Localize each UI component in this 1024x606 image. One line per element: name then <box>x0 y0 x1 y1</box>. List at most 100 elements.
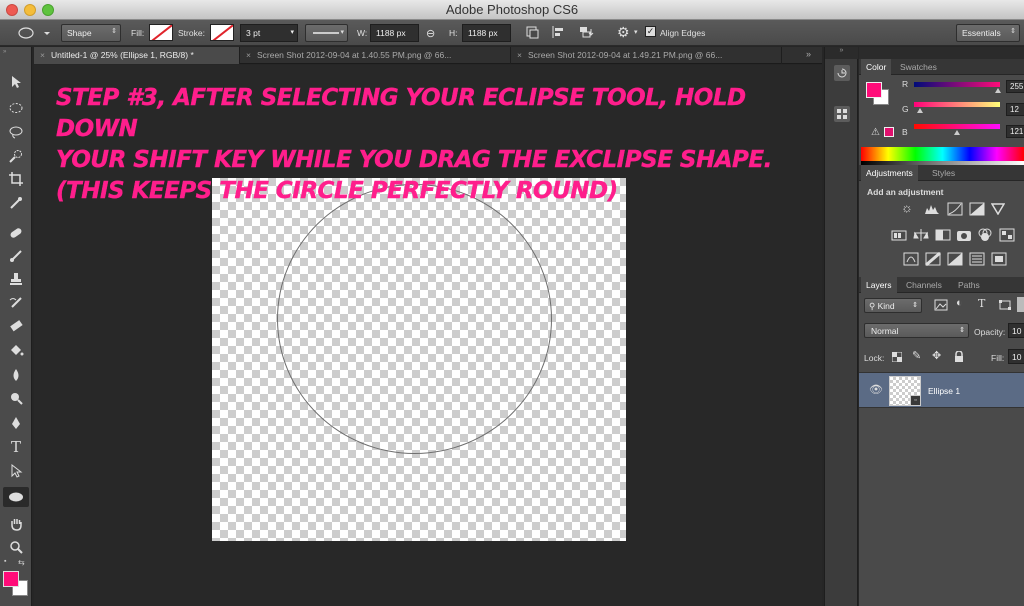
history-brush-tool-icon[interactable] <box>3 293 29 313</box>
path-selection-tool-icon[interactable] <box>3 461 29 481</box>
slider-handle-icon[interactable] <box>917 108 923 113</box>
marquee-tool-icon[interactable] <box>3 98 29 118</box>
width-field[interactable]: 1188 px <box>370 24 419 42</box>
red-channel-value[interactable]: 255 <box>1006 80 1024 93</box>
path-arrangement-icon[interactable] <box>578 25 594 43</box>
document-workspace[interactable]: Step #3, after selecting your eclipse to… <box>34 65 822 606</box>
tab-channels[interactable]: Channels <box>901 277 947 293</box>
filter-shape-layers-icon[interactable] <box>998 299 1012 311</box>
black-white-icon[interactable] <box>935 228 951 242</box>
stroke-width-field[interactable]: 3 pt ▾ <box>240 24 298 42</box>
green-channel-value[interactable]: 12 <box>1006 103 1024 116</box>
gear-icon[interactable]: ⚙ <box>617 24 630 42</box>
selective-color-icon[interactable] <box>991 252 1007 266</box>
hand-tool-icon[interactable] <box>3 514 29 534</box>
tab-screen-shot-2[interactable]: × Screen Shot 2012-09-04 at 1.49.21 PM.pn… <box>511 47 782 64</box>
vibrance-icon[interactable] <box>991 203 1005 215</box>
filter-type-layers-icon[interactable]: T <box>978 297 985 310</box>
lock-position-icon[interactable]: ✥ <box>932 349 941 362</box>
color-lookup-icon[interactable] <box>999 228 1015 242</box>
blur-tool-icon[interactable] <box>3 365 29 385</box>
slider-handle-icon[interactable] <box>954 130 960 135</box>
lasso-tool-icon[interactable] <box>3 122 29 142</box>
ellipse-tool-icon[interactable] <box>3 487 29 507</box>
default-colors-icon[interactable]: ▪ <box>4 558 6 565</box>
align-edges-checkbox[interactable]: ✓ <box>645 26 656 37</box>
gradient-map-icon[interactable] <box>969 252 985 266</box>
height-field[interactable]: 1188 px <box>462 24 511 42</box>
swap-colors-icon[interactable]: ⇆ <box>18 558 25 567</box>
dodge-tool-icon[interactable] <box>3 388 29 408</box>
levels-icon[interactable] <box>924 203 940 215</box>
type-tool-icon[interactable]: T <box>3 437 29 457</box>
gamut-color-chip[interactable] <box>884 127 894 137</box>
blend-mode-dropdown[interactable]: Normal ⇕ <box>864 323 969 338</box>
threshold-icon[interactable] <box>947 252 963 266</box>
tab-styles[interactable]: Styles <box>927 165 960 181</box>
chevron-down-icon[interactable]: ▾ <box>634 28 638 46</box>
lock-image-pixels-icon[interactable]: ✎ <box>912 349 921 362</box>
tool-mode-dropdown[interactable]: Shape ⇕ <box>61 24 121 42</box>
tab-color[interactable]: Color <box>861 59 892 75</box>
stroke-swatch[interactable] <box>210 24 234 41</box>
channel-mixer-icon[interactable] <box>977 227 993 243</box>
tab-paths[interactable]: Paths <box>953 277 985 293</box>
clone-stamp-tool-icon[interactable] <box>3 269 29 289</box>
lock-all-icon[interactable] <box>954 351 964 363</box>
filter-adjustment-layers-icon[interactable]: ◐ <box>956 297 963 309</box>
close-icon[interactable]: × <box>40 50 45 60</box>
lock-transparent-pixels-icon[interactable] <box>892 352 902 362</box>
invert-icon[interactable] <box>903 252 919 266</box>
filter-pixel-layers-icon[interactable] <box>934 299 948 311</box>
curves-icon[interactable] <box>947 202 963 216</box>
foreground-color-swatch[interactable] <box>3 571 19 587</box>
move-tool-icon[interactable] <box>3 72 29 92</box>
layer-name[interactable]: Ellipse 1 <box>928 386 960 396</box>
posterize-icon[interactable] <box>925 252 941 266</box>
eyedropper-tool-icon[interactable] <box>3 193 29 213</box>
fill-swatch[interactable] <box>149 24 173 41</box>
tool-preset-picker[interactable] <box>6 24 51 42</box>
opacity-field[interactable]: 10 <box>1008 323 1024 338</box>
path-alignment-icon[interactable] <box>551 25 565 43</box>
layer-filter-dropdown[interactable]: ⚲ Kind ⇕ <box>864 298 922 313</box>
tab-untitled-1[interactable]: × Untitled-1 @ 25% (Ellipse 1, RGB/8) * <box>34 47 240 64</box>
close-icon[interactable]: × <box>517 50 522 60</box>
close-icon[interactable]: × <box>246 50 251 60</box>
green-channel-slider[interactable] <box>914 102 1000 107</box>
tab-overflow-icon[interactable]: » <box>806 49 811 59</box>
healing-brush-tool-icon[interactable] <box>3 223 29 243</box>
blue-channel-value[interactable]: 121 <box>1006 125 1024 138</box>
ellipse-shape[interactable] <box>277 184 552 454</box>
tab-layers[interactable]: Layers <box>861 277 897 293</box>
collapse-dock-icon[interactable]: » <box>825 47 858 59</box>
stroke-type-dropdown[interactable]: ▾ <box>305 24 348 42</box>
eraser-tool-icon[interactable] <box>3 316 29 336</box>
color-ramp[interactable] <box>861 147 1024 161</box>
pen-tool-icon[interactable] <box>3 413 29 433</box>
photo-filter-icon[interactable] <box>956 227 972 243</box>
brightness-contrast-icon[interactable]: ☼ <box>901 200 913 215</box>
foreground-color-chip[interactable] <box>866 82 882 98</box>
tab-swatches[interactable]: Swatches <box>895 59 942 75</box>
zoom-tool-icon[interactable] <box>3 537 29 557</box>
color-balance-icon[interactable] <box>913 228 929 242</box>
red-channel-slider[interactable] <box>914 82 1000 87</box>
tab-screen-shot-1[interactable]: × Screen Shot 2012-09-04 at 1.40.55 PM.pn… <box>240 47 511 64</box>
layer-fill-field[interactable]: 10 <box>1008 349 1024 364</box>
blue-channel-slider[interactable] <box>914 124 1000 129</box>
paint-bucket-tool-icon[interactable] <box>3 341 29 361</box>
hue-saturation-icon[interactable] <box>891 228 907 242</box>
path-operations-icon[interactable] <box>525 25 539 43</box>
link-icon[interactable]: ⊖ <box>426 27 435 45</box>
document-canvas[interactable] <box>212 178 626 541</box>
crop-tool-icon[interactable] <box>3 169 29 189</box>
properties-panel-icon[interactable] <box>833 105 851 123</box>
brush-tool-icon[interactable] <box>3 246 29 266</box>
layer-row[interactable]: 👁 ▫ Ellipse 1 <box>859 372 1024 408</box>
workspace-switcher[interactable]: Essentials ⇕ <box>956 24 1020 42</box>
history-panel-icon[interactable] <box>833 64 851 82</box>
exposure-icon[interactable] <box>969 202 985 216</box>
collapse-toolbar-icon[interactable]: » <box>3 49 29 55</box>
tab-adjustments[interactable]: Adjustments <box>861 165 918 181</box>
